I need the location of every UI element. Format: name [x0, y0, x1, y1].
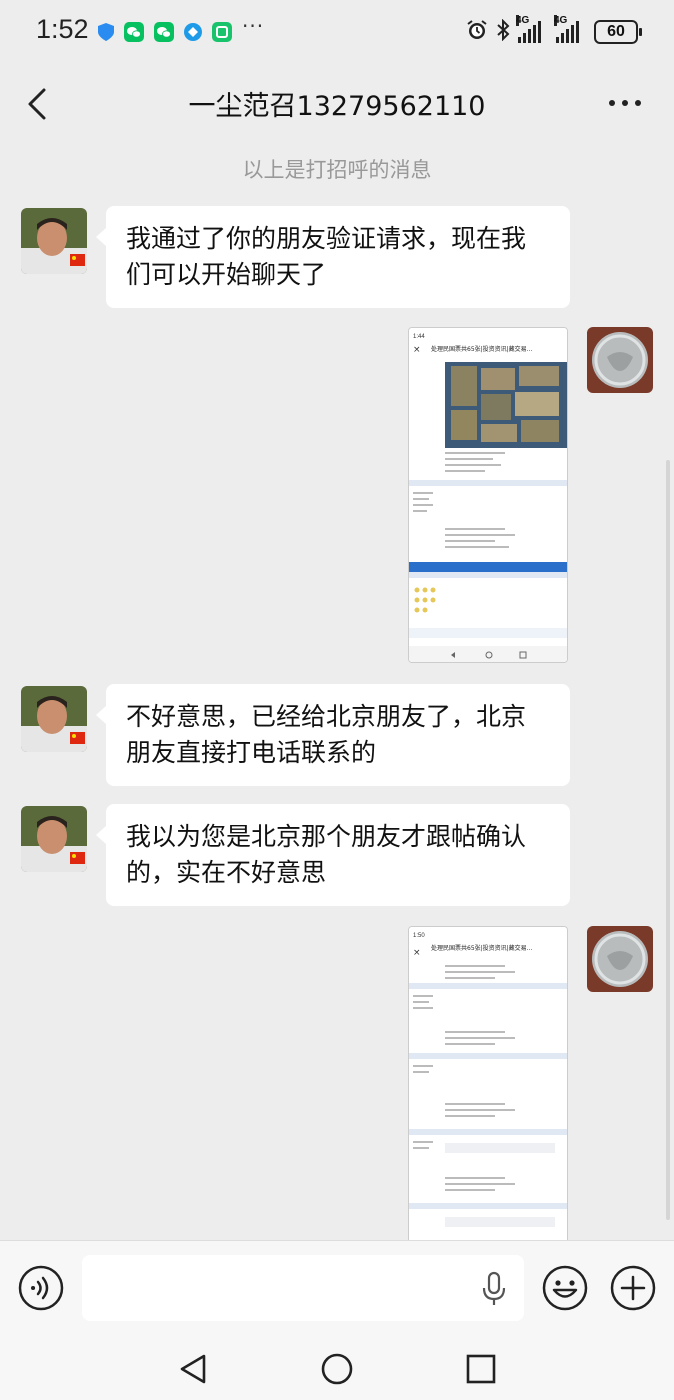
system-message: 以上是打招呼的消息	[242, 158, 432, 182]
my-avatar[interactable]	[587, 926, 653, 992]
microphone-icon[interactable]	[480, 1271, 508, 1307]
contact-avatar[interactable]	[21, 686, 87, 752]
alarm-icon	[466, 19, 488, 45]
browser-icon	[183, 22, 203, 42]
more-functions-button[interactable]	[610, 1265, 656, 1311]
wechat-icon	[154, 22, 174, 42]
message-bubble[interactable]: 不好意思，已经给北京朋友了，北京朋友直接打电话联系的	[96, 684, 570, 786]
triangle-back-icon	[180, 1354, 206, 1384]
image-message[interactable]: 1:44 × 处理民国票共65张|投资资讯|藏交易...	[408, 327, 568, 663]
message-bubble[interactable]: 我以为您是北京那个朋友才跟帖确认的，实在不好意思	[96, 804, 570, 906]
circle-home-icon	[321, 1353, 353, 1385]
screenshot-title: 处理民国票共65张|投资资讯|藏交易...	[431, 944, 532, 952]
system-home-button[interactable]	[320, 1352, 354, 1386]
wechat-icon	[124, 22, 144, 42]
svg-text:×: ×	[413, 948, 421, 958]
input-bar	[0, 1240, 674, 1336]
screenshot-time: 1:44	[413, 334, 425, 340]
emoji-icon	[542, 1265, 588, 1311]
status-bar: 1:52 ··· 4G 4G 60	[0, 0, 674, 64]
shield-icon	[96, 22, 116, 42]
message-input[interactable]	[82, 1255, 524, 1321]
image-message[interactable]: 1:50 × 处理民国票共65张|投资资讯|藏交易...	[408, 926, 568, 1240]
square-recents-icon	[466, 1354, 496, 1384]
system-recents-button[interactable]	[464, 1352, 498, 1386]
chat-title: 一尘范召13279562110	[188, 91, 486, 122]
contact-avatar[interactable]	[21, 806, 87, 872]
status-indicators: 4G 4G 60	[466, 15, 642, 48]
chat-header: 一尘范召13279562110	[0, 64, 674, 144]
message-bubble[interactable]: 我通过了你的朋友验证请求，现在我们可以开始聊天了	[96, 206, 570, 308]
screenshot-title: 处理民国票共65张|投资资讯|藏交易...	[431, 345, 532, 353]
bluetooth-icon	[496, 18, 510, 45]
voice-button[interactable]	[18, 1265, 64, 1311]
signal-icon: 4G	[554, 15, 586, 43]
battery-indicator: 60	[594, 20, 642, 44]
contact-avatar[interactable]	[21, 208, 87, 274]
screenshot-time: 1:50	[413, 933, 425, 939]
scrollbar-thumb[interactable]	[666, 460, 670, 1220]
my-avatar[interactable]	[587, 327, 653, 393]
voice-icon	[18, 1265, 64, 1311]
plus-icon	[610, 1265, 656, 1311]
app-icon	[212, 22, 232, 42]
svg-text:×: ×	[413, 345, 421, 355]
system-navigation-bar	[0, 1336, 674, 1400]
overflow-dots: ···	[242, 14, 265, 38]
status-time: 1:52	[36, 14, 89, 44]
signal-icon: 4G	[516, 15, 548, 43]
emoji-button[interactable]	[542, 1265, 588, 1311]
more-icon	[609, 100, 641, 106]
system-back-button[interactable]	[176, 1352, 210, 1386]
more-button[interactable]	[606, 88, 646, 118]
